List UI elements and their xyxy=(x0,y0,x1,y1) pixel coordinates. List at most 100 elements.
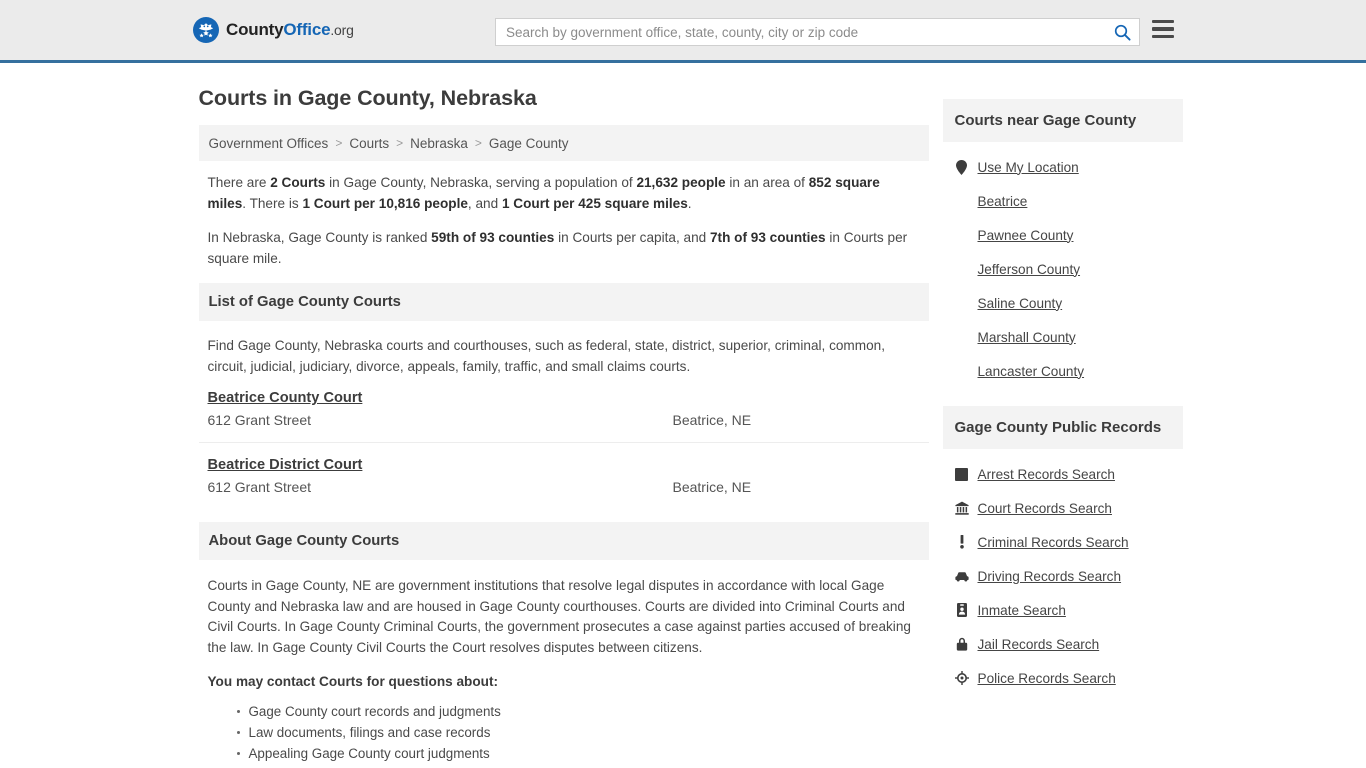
public-records-list: Arrest Records Search Court Records Searc… xyxy=(943,449,1183,695)
public-records-link[interactable]: Inmate Search xyxy=(978,603,1066,618)
page-title: Courts in Gage County, Nebraska xyxy=(198,86,537,110)
courts-near-item[interactable]: Use My Location xyxy=(943,150,1183,184)
courts-near-item[interactable]: Pawnee County xyxy=(943,218,1183,252)
court-city: Beatrice, NE xyxy=(672,412,752,428)
lock-icon xyxy=(955,636,969,652)
stats-p1-frag-9: 1 Court per 425 square miles xyxy=(501,195,688,211)
search-icon xyxy=(1114,24,1131,41)
stats-p1-frag-7: 1 Court per 10,816 people xyxy=(302,195,468,211)
public-records-link[interactable]: Driving Records Search xyxy=(978,569,1122,584)
stats-p2-frag-1: 59th of 93 counties xyxy=(431,230,555,245)
public-records-item[interactable]: Inmate Search xyxy=(943,593,1183,627)
courts-near-item[interactable]: Marshall County xyxy=(943,320,1183,354)
no-icon xyxy=(955,329,969,345)
courts-near-heading: Courts near Gage County xyxy=(942,99,1183,142)
public-records-item[interactable]: Police Records Search xyxy=(943,661,1183,695)
stats-paragraph-1: There are 2 Courts in Gage County, Nebra… xyxy=(208,173,920,214)
logo-text-org: .org xyxy=(330,22,354,38)
courts-near-item[interactable]: Beatrice xyxy=(943,184,1183,218)
courts-near-link[interactable]: Pawnee County xyxy=(978,228,1074,243)
courts-near-item[interactable]: Lancaster County xyxy=(943,354,1183,388)
court-address: 612 Grant Street xyxy=(207,479,312,495)
public-records-link[interactable]: Criminal Records Search xyxy=(978,535,1129,550)
courts-near-link[interactable]: Beatrice xyxy=(978,194,1028,209)
courts-near-item[interactable]: Saline County xyxy=(943,286,1183,320)
court-list-item: Beatrice District Court 612 Grant Street B… xyxy=(199,456,929,509)
site-header: CountyOffice.org xyxy=(0,0,1366,63)
contact-list-item: Law documents, filings and case records xyxy=(236,722,920,743)
court-meta: 612 Grant Street Beatrice, NE xyxy=(208,412,920,428)
logo-wordmark: CountyOffice.org xyxy=(226,20,354,40)
eagle-seal-logo-icon xyxy=(193,17,219,43)
breadcrumb-separator: > xyxy=(396,136,404,150)
courts-near-list: Use My Location Beatrice Pawnee County Jeff… xyxy=(943,142,1183,388)
page-body: Courts in Gage County, Nebraska Governme… xyxy=(0,63,1366,764)
stats-p1-frag-0: There are xyxy=(207,175,271,190)
logo-text-office: Office xyxy=(283,20,331,39)
breadcrumb: Government Offices > Courts > Nebraska > Gage … xyxy=(198,125,929,161)
breadcrumb-item-nebraska[interactable]: Nebraska xyxy=(410,136,468,151)
exclamation-icon xyxy=(955,534,969,550)
courts-near-link[interactable]: Saline County xyxy=(978,296,1063,311)
court-address: 612 Grant Street xyxy=(207,412,312,428)
hamburger-bar-2 xyxy=(1152,27,1174,31)
search-button[interactable] xyxy=(1105,19,1139,45)
list-section-heading: List of Gage County Courts xyxy=(198,283,929,321)
court-list: Beatrice County Court 612 Grant Street Bea… xyxy=(198,389,929,509)
public-records-item[interactable]: Criminal Records Search xyxy=(943,525,1183,559)
stats-paragraph-2: In Nebraska, Gage County is ranked 59th … xyxy=(208,228,920,269)
stats-p2-frag-0: In Nebraska, Gage County is ranked xyxy=(207,230,432,245)
about-text: Courts in Gage County, NE are government… xyxy=(207,578,911,655)
breadcrumb-item-courts[interactable]: Courts xyxy=(349,136,389,151)
stats-p1-frag-6: . There is xyxy=(242,195,303,211)
contact-list: Gage County court records and judgments L… xyxy=(208,701,920,764)
contact-list-item: Appealing Gage County court judgments xyxy=(236,743,920,764)
public-records-link[interactable]: Arrest Records Search xyxy=(978,467,1116,482)
no-icon xyxy=(955,295,969,311)
hamburger-bar-1 xyxy=(1152,20,1174,24)
contact-lead: You may contact Courts for questions abo… xyxy=(207,674,499,689)
stats-p1-frag-8: , and xyxy=(467,195,502,211)
public-records-item[interactable]: Jail Records Search xyxy=(943,627,1183,661)
courts-near-item[interactable]: Jefferson County xyxy=(943,252,1183,286)
content-container: Courts in Gage County, Nebraska Governme… xyxy=(191,63,1183,764)
courts-near-link[interactable]: Use My Location xyxy=(978,160,1079,175)
stats-p1-frag-10: . xyxy=(687,195,692,211)
no-icon xyxy=(955,363,969,379)
breadcrumb-separator: > xyxy=(474,136,482,150)
search-bar[interactable] xyxy=(495,18,1140,46)
courts-near-link[interactable]: Marshall County xyxy=(978,330,1076,345)
search-input[interactable] xyxy=(496,19,1105,45)
id-badge-icon xyxy=(955,602,969,618)
public-records-item[interactable]: Arrest Records Search xyxy=(943,457,1183,491)
square-icon xyxy=(955,466,969,482)
courthouse-icon xyxy=(954,500,969,516)
contact-list-item: Gage County court records and judgments xyxy=(236,701,920,722)
court-name-link[interactable]: Beatrice County Court xyxy=(208,390,363,406)
court-list-item: Beatrice County Court 612 Grant Street Bea… xyxy=(198,389,929,443)
logo-text-county: County xyxy=(226,20,284,39)
no-icon xyxy=(955,193,969,209)
court-city: Beatrice, NE xyxy=(672,479,752,495)
police-badge-icon xyxy=(954,670,969,686)
breadcrumb-separator: > xyxy=(335,136,343,150)
site-logo[interactable]: CountyOffice.org xyxy=(193,17,354,43)
breadcrumb-item-gage-county: Gage County xyxy=(488,135,569,151)
hamburger-bar-3 xyxy=(1152,34,1174,38)
public-records-link[interactable]: Police Records Search xyxy=(978,671,1116,686)
car-icon xyxy=(954,568,969,584)
stats-p1-frag-4: in an area of xyxy=(725,175,809,190)
public-records-heading: Gage County Public Records xyxy=(942,406,1183,449)
public-records-item[interactable]: Driving Records Search xyxy=(943,559,1183,593)
public-records-block: Gage County Public Records Arrest Record… xyxy=(942,406,1183,695)
hamburger-menu-icon[interactable] xyxy=(1152,20,1174,38)
breadcrumb-item-government-offices[interactable]: Government Offices xyxy=(209,136,329,151)
courts-near-link[interactable]: Jefferson County xyxy=(978,262,1081,277)
county-statistics: There are 2 Courts in Gage County, Nebra… xyxy=(199,161,929,269)
public-records-link[interactable]: Court Records Search xyxy=(978,501,1112,516)
stats-p1-frag-3: 21,632 people xyxy=(636,175,726,190)
public-records-item[interactable]: Court Records Search xyxy=(943,491,1183,525)
court-name-link[interactable]: Beatrice District Court xyxy=(208,457,363,473)
public-records-link[interactable]: Jail Records Search xyxy=(978,637,1100,652)
courts-near-link[interactable]: Lancaster County xyxy=(978,364,1085,379)
